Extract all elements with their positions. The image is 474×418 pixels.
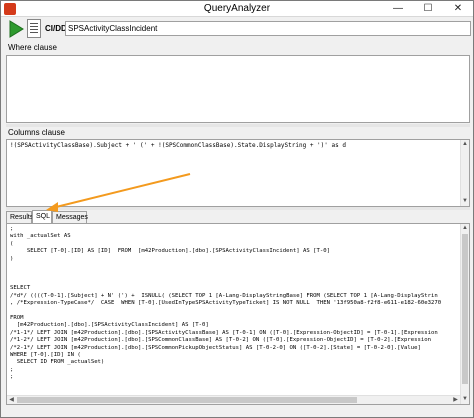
play-icon[interactable] (7, 20, 25, 38)
scroll-down-icon[interactable]: ▼ (461, 395, 469, 404)
scroll-left-icon[interactable]: ◀ (7, 396, 16, 404)
sql-line: with _actualSet AS (10, 233, 71, 240)
sql-line: FROM (10, 314, 24, 321)
sql-line: /*2-1*/ LEFT JOIN [m42Production].[dbo].… (10, 344, 421, 351)
where-clause-editor[interactable] (6, 55, 470, 123)
sql-horizontal-scrollbar[interactable]: ◀ ▶ (7, 395, 460, 404)
tab-results[interactable]: Results (6, 211, 33, 223)
columns-clause-editor[interactable]: !(SPSActivityClassBase).Subject + ' (' +… (6, 139, 470, 207)
sql-text: ; with _actualSet AS( SELECT [T-0].[ID] A… (10, 226, 459, 394)
columns-splitter[interactable] (6, 207, 470, 210)
sql-line: ; (10, 374, 14, 381)
scroll-thumb-horizontal[interactable] (17, 397, 357, 403)
sql-line: WHERE [T-0].[ID] IN ( (10, 351, 81, 358)
sql-line: SELECT [T-0].[ID] AS [ID] FROM [m42Produ… (10, 248, 330, 255)
tab-messages[interactable]: Messages (52, 211, 88, 223)
scroll-thumb[interactable] (462, 234, 468, 384)
scroll-up-icon[interactable]: ▲ (461, 224, 469, 233)
minimize-button[interactable]: — (383, 1, 413, 17)
sql-line: /*1-1*/ LEFT JOIN [m42Production].[dbo].… (10, 329, 438, 336)
document-icon[interactable] (27, 19, 41, 38)
sql-output-pane[interactable]: ; with _actualSet AS( SELECT [T-0].[ID] A… (6, 223, 470, 405)
maximize-button[interactable]: ☐ (413, 1, 443, 17)
toolbar: CI/DD SPSActivityClassIncident (3, 19, 473, 39)
cidd-label: CI/DD (45, 24, 67, 33)
where-splitter[interactable] (6, 124, 470, 127)
sql-line: [m42Production].[dbo].[SPSActivityClassI… (10, 322, 209, 329)
columns-clause-label: Columns clause (8, 128, 65, 137)
tab-sql[interactable]: SQL (32, 210, 52, 223)
status-bar (1, 407, 473, 417)
sql-line (10, 278, 459, 285)
close-button[interactable]: ✕ (443, 1, 473, 17)
sql-line (10, 307, 459, 314)
sql-line (10, 263, 459, 270)
query-analyzer-window: QueryAnalyzer — ☐ ✕ CI/DD SPSActivityCla… (0, 0, 474, 418)
sql-line: /*1-2*/ LEFT JOIN [m42Production].[dbo].… (10, 337, 431, 344)
columns-clause-text: !(SPSActivityClassBase).Subject + ' (' +… (10, 142, 346, 149)
sql-line (10, 270, 459, 277)
sql-line: , /*Expression-TypeCase*/ CASE WHEN [T-0… (10, 300, 442, 307)
sql-vertical-scrollbar[interactable]: ▲ ▼ (460, 224, 469, 404)
title-bar: QueryAnalyzer — ☐ ✕ (1, 1, 473, 17)
sql-line: ) (10, 255, 14, 262)
sql-line: SELECT ID FROM _actualSet) (10, 359, 105, 366)
sql-line: ; (10, 366, 14, 373)
scroll-up-icon[interactable]: ▲ (461, 140, 469, 149)
sql-line: ( (10, 240, 14, 247)
where-clause-label: Where clause (8, 43, 57, 52)
class-name-input[interactable]: SPSActivityClassIncident (65, 21, 471, 36)
sql-line: /*d*/ ((((T-0-1].[Subject] + N' (') + IS… (10, 292, 438, 299)
scroll-down-icon[interactable]: ▼ (461, 197, 469, 206)
scroll-right-icon[interactable]: ▶ (451, 396, 460, 404)
sql-line: ; (10, 226, 14, 232)
columns-vertical-scrollbar[interactable]: ▲ ▼ (460, 140, 469, 206)
sql-line: SELECT (10, 285, 31, 292)
